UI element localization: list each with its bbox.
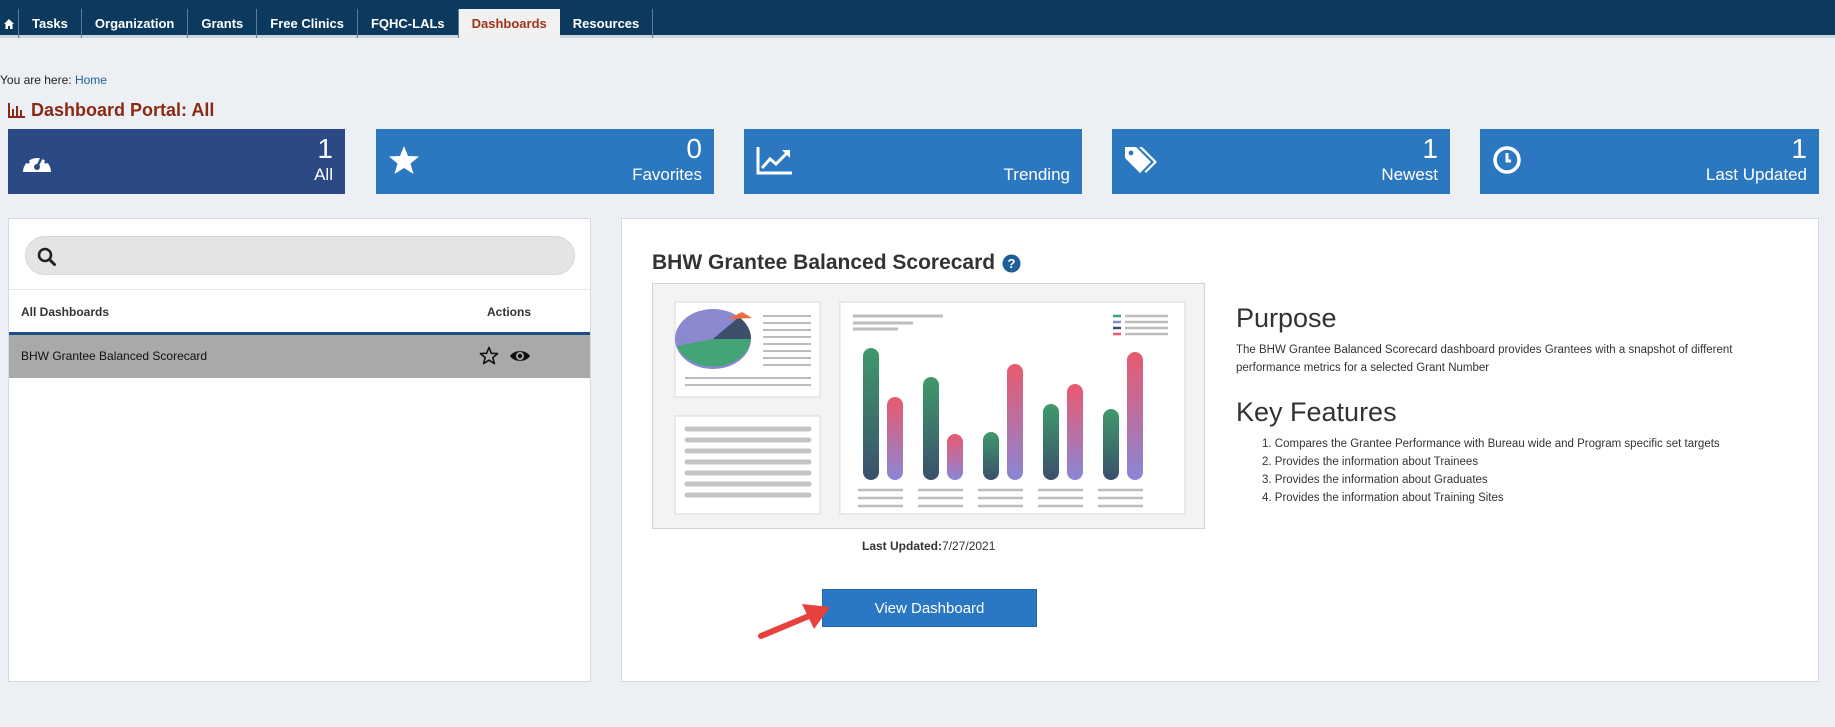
tile-favorites[interactable]: 0 Favorites	[376, 129, 714, 194]
tile-last-updated-count: 1	[1791, 133, 1807, 164]
breadcrumb: You are here: Home	[0, 73, 107, 87]
purpose-text: The BHW Grantee Balanced Scorecard dashb…	[1236, 344, 1733, 374]
dashboard-list-panel: All Dashboards Actions BHW Grantee Balan…	[8, 218, 591, 682]
search-icon	[37, 247, 56, 266]
column-header-all-dashboards: All Dashboards	[21, 305, 110, 319]
search-box[interactable]	[25, 236, 575, 275]
tile-all[interactable]: 1 All	[8, 129, 345, 194]
tile-trending[interactable]: Trending	[744, 129, 1082, 194]
list-item: 4. Provides the information about Traini…	[1262, 492, 1504, 504]
help-icon[interactable]: ?	[1002, 254, 1021, 273]
dashboard-name: BHW Grantee Balanced Scorecard	[21, 349, 208, 363]
page-title: Dashboard Portal: All	[8, 100, 214, 121]
home-icon[interactable]	[0, 9, 19, 38]
top-strip	[0, 0, 1835, 9]
purpose-heading: Purpose	[1236, 303, 1337, 333]
nav-organization[interactable]: Organization	[82, 9, 189, 38]
bar-chart-icon	[8, 103, 25, 118]
last-updated: Last Updated:7/27/2021	[862, 539, 995, 553]
panel-divider	[9, 289, 590, 290]
breadcrumb-home-link[interactable]: Home	[75, 73, 107, 87]
table-row[interactable]: BHW Grantee Balanced Scorecard	[9, 335, 590, 378]
nav-resources[interactable]: Resources	[560, 9, 654, 38]
nav-free-clinics[interactable]: Free Clinics	[257, 9, 358, 38]
view-dashboard-button[interactable]: View Dashboard	[822, 589, 1037, 627]
tile-favorites-count: 0	[686, 133, 702, 164]
detail-title: BHW Grantee Balanced Scorecard ?	[652, 251, 1021, 275]
red-arrow-annotation	[758, 604, 830, 639]
tags-icon	[1125, 147, 1157, 173]
list-item: 2. Provides the information about Traine…	[1262, 456, 1479, 468]
dashboard-preview-image	[652, 283, 1205, 529]
tile-trending-label: Trending	[1003, 165, 1070, 184]
nav-dashboards[interactable]: Dashboards	[458, 9, 560, 38]
nav-fqhc-lals[interactable]: FQHC-LALs	[358, 9, 459, 38]
detail-title-text: BHW Grantee Balanced Scorecard	[652, 251, 996, 274]
view-eye-icon[interactable]	[509, 348, 531, 364]
svg-text:?: ?	[1008, 256, 1016, 271]
last-updated-value: 7/27/2021	[942, 539, 996, 553]
tile-all-count: 1	[317, 133, 333, 164]
key-features-heading: Key Features	[1236, 397, 1397, 427]
trend-icon	[756, 147, 792, 175]
column-header-actions: Actions	[487, 305, 532, 319]
tile-favorites-label: Favorites	[632, 165, 702, 184]
clock-icon	[1493, 146, 1521, 174]
tile-all-label: All	[314, 165, 333, 184]
breadcrumb-prefix: You are here:	[0, 73, 72, 87]
list-item: 3. Provides the information about Gradua…	[1262, 474, 1488, 486]
tile-newest-count: 1	[1422, 133, 1438, 164]
last-updated-label: Last Updated:	[862, 539, 943, 553]
list-item: 1. Compares the Grantee Performance with…	[1262, 438, 1720, 450]
dashboard-detail-panel: BHW Grantee Balanced Scorecard ? Last Up…	[621, 218, 1819, 682]
tile-last-updated-label: Last Updated	[1705, 165, 1807, 184]
nav-tasks[interactable]: Tasks	[19, 9, 82, 38]
main-nav: Tasks Organization Grants Free Clinics F…	[0, 9, 1835, 38]
key-features-list: 1. Compares the Grantee Performance with…	[1236, 435, 1720, 507]
nav-grants[interactable]: Grants	[188, 9, 258, 38]
search-input[interactable]	[68, 245, 563, 267]
page-title-text: Dashboard Portal: All	[31, 100, 215, 120]
tile-last-updated[interactable]: 1 Last Updated	[1480, 129, 1819, 194]
favorite-star-icon[interactable]	[479, 346, 499, 365]
star-icon	[389, 146, 419, 174]
gauge-icon	[23, 150, 51, 172]
tile-newest-label: Newest	[1381, 165, 1438, 184]
tile-newest[interactable]: 1 Newest	[1112, 129, 1450, 194]
